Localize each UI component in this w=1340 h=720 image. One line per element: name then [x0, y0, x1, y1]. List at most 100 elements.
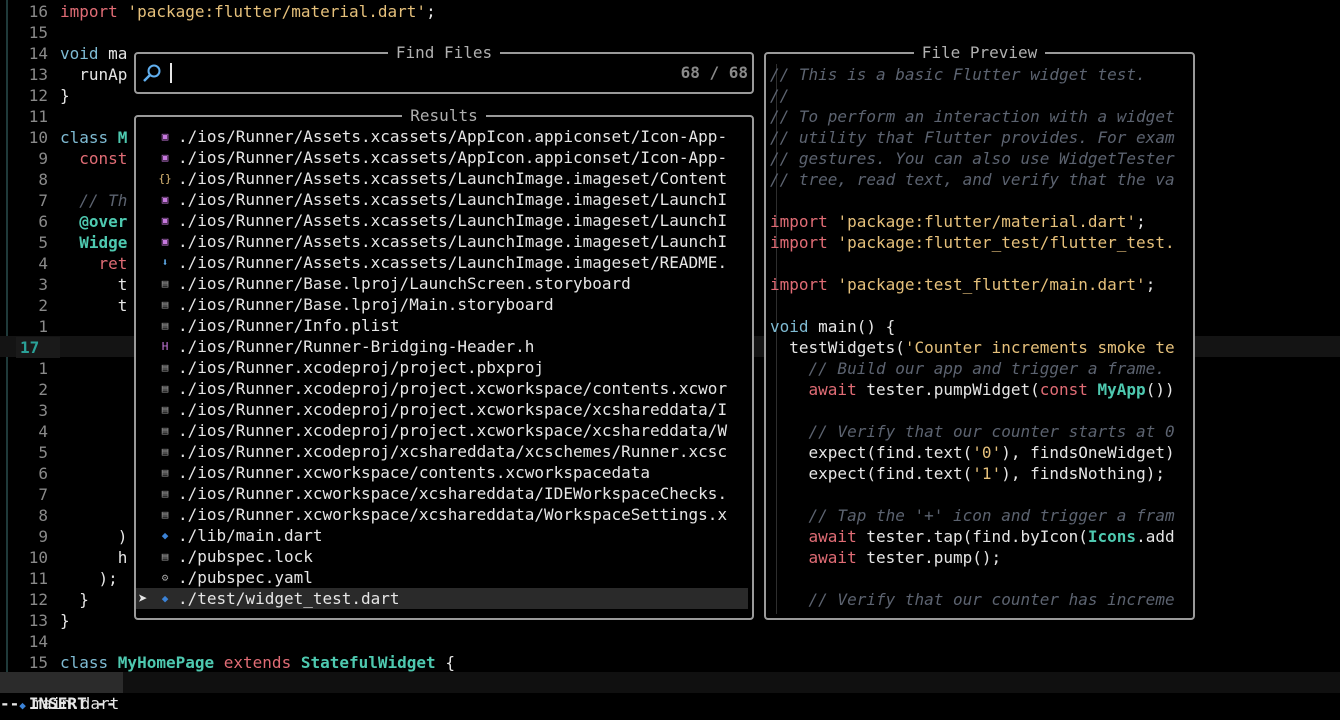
results-list: ▣ ./ios/Runner/Assets.xcassets/AppIcon.ap… — [136, 126, 748, 610]
result-item[interactable]: ▤ ./ios/Runner/Base.lproj/Main.storyboard — [136, 294, 748, 315]
code-token: .add — [1136, 527, 1175, 546]
code-line: } — [60, 85, 70, 106]
line-number: 8 — [38, 506, 48, 525]
result-item[interactable]: ▤ ./ios/Runner.xcodeproj/project.xcworksp… — [136, 399, 748, 420]
preview-line: // — [770, 85, 789, 106]
line-number: 16 — [28, 2, 48, 21]
result-path: ./ios/Runner.xcodeproj/project.xcworkspa… — [178, 421, 728, 440]
code-token: import — [770, 212, 838, 231]
preview-line: expect(find.text('0'), findsOneWidget) — [770, 442, 1175, 463]
result-path: ./ios/Runner.xcworkspace/contents.xcwork… — [178, 463, 651, 482]
result-item[interactable]: ⬇ ./ios/Runner/Assets.xcassets/LaunchImag… — [136, 252, 748, 273]
result-path: ./ios/Runner/Assets.xcassets/LaunchImage… — [178, 169, 728, 188]
result-item[interactable]: ▤ ./pubspec.lock — [136, 546, 748, 567]
code-token: // tree, read text, and verify that the … — [770, 170, 1175, 189]
line-number: 1 — [38, 359, 48, 378]
file-preview-panel: File Preview // This is a basic Flutter … — [764, 43, 1195, 620]
code-token: Widge — [60, 233, 128, 252]
preview-line: // To perform an interaction with a widg… — [770, 106, 1175, 127]
code-line: void ma — [60, 43, 127, 64]
preview-line: import 'package:flutter/material.dart'; — [770, 211, 1146, 232]
find-files-prompt[interactable]: Find Files 68 / 68 — [134, 43, 754, 94]
image-icon: ▣ — [161, 235, 169, 248]
result-item[interactable]: ▣ ./ios/Runner/Assets.xcassets/AppIcon.ap… — [136, 126, 748, 147]
result-item[interactable]: ▤ ./ios/Runner.xcodeproj/project.xcworksp… — [136, 420, 748, 441]
code-line: t — [60, 274, 128, 295]
results-panel[interactable]: Results ▣ ./ios/Runner/Assets.xcassets/Ap… — [134, 106, 754, 620]
code-token: await — [770, 380, 867, 399]
line-number: 5 — [38, 443, 48, 462]
code-token: // Tap the '+' icon and trigger a fram — [770, 506, 1175, 525]
image-icon: ▣ — [161, 130, 169, 143]
result-item[interactable]: ⚙ ./pubspec.yaml — [136, 567, 748, 588]
file-icon: ▤ — [161, 487, 169, 500]
preview-line: await tester.pump(); — [770, 547, 1002, 568]
result-path: ./ios/Runner.xcodeproj/project.xcworkspa… — [178, 379, 728, 398]
markdown-icon: ⬇ — [161, 256, 169, 269]
code-line: ret — [60, 253, 128, 274]
code-token: import — [60, 2, 128, 21]
code-token: ()) — [1145, 380, 1175, 399]
result-item[interactable]: ▤ ./ios/Runner.xcworkspace/contents.xcwor… — [136, 462, 748, 483]
code-token: tester.tap(find.byIcon( — [866, 527, 1088, 546]
result-item[interactable]: ▣ ./ios/Runner/Assets.xcassets/LaunchImag… — [136, 231, 748, 252]
result-item[interactable]: ▤ ./ios/Runner/Base.lproj/LaunchScreen.st… — [136, 273, 748, 294]
line-number: 3 — [38, 275, 48, 294]
code-token: 'package:flutter_test/flutter_test. — [837, 233, 1175, 252]
line-number: 14 — [28, 632, 48, 651]
code-token: ), findsNothing); — [1001, 464, 1165, 483]
line-number: 15 — [28, 23, 48, 42]
result-item[interactable]: ▣ ./ios/Runner/Assets.xcassets/LaunchImag… — [136, 189, 748, 210]
result-item[interactable]: H ./ios/Runner/Runner-Bridging-Header.h — [136, 336, 748, 357]
code-token: MyHomePage — [117, 653, 224, 672]
code-token: import — [770, 233, 838, 252]
result-item[interactable]: ▤ ./ios/Runner.xcworkspace/xcshareddata/W… — [136, 504, 748, 525]
code-token: ; — [426, 2, 446, 21]
code-token: t — [60, 296, 128, 315]
result-item[interactable]: ▣ ./ios/Runner/Assets.xcassets/LaunchImag… — [136, 210, 748, 231]
result-item[interactable]: ▤ ./ios/Runner.xcodeproj/project.pbxproj — [136, 357, 748, 378]
code-token: // Build our app and trigger a frame. — [770, 359, 1165, 378]
mode-indicator: -- INSERT -- — [0, 694, 116, 713]
preview-line: // Verify that our counter has increme — [770, 589, 1175, 610]
line-number: 17 — [16, 337, 60, 358]
result-path: ./test/widget_test.dart — [178, 589, 400, 608]
line-number: 11 — [28, 107, 48, 126]
code-token: await — [770, 548, 867, 567]
code-token: ma — [108, 44, 128, 63]
code-token: const — [60, 149, 128, 168]
result-item[interactable]: {} ./ios/Runner/Assets.xcassets/LaunchIma… — [136, 168, 748, 189]
result-item[interactable]: ▤ ./ios/Runner.xcworkspace/xcshareddata/I… — [136, 483, 748, 504]
code-line: // Th — [60, 190, 127, 211]
line-number: 9 — [38, 527, 48, 546]
code-token: { — [445, 653, 455, 672]
result-item-selected[interactable]: ➤ ◆ ./test/widget_test.dart — [136, 588, 748, 609]
result-item[interactable]: ◆ ./lib/main.dart — [136, 525, 748, 546]
line-number: 4 — [38, 422, 48, 441]
code-token: // — [770, 86, 790, 105]
code-line: const — [60, 148, 127, 169]
line-number: 4 — [38, 254, 48, 273]
line-number: 13 — [28, 65, 48, 84]
code-line: Widge — [60, 232, 127, 253]
code-line: ) — [60, 526, 128, 547]
result-item[interactable]: ▤ ./ios/Runner.xcodeproj/project.xcworksp… — [136, 378, 748, 399]
code-token: 'package:flutter/material.dart' — [127, 2, 427, 21]
result-item[interactable]: ▤ ./ios/Runner/Info.plist — [136, 315, 748, 336]
code-token: 'package:test_flutter/main.dart' — [837, 275, 1146, 294]
code-line: class M — [60, 127, 127, 148]
image-icon: ▣ — [161, 193, 169, 206]
code-token: 'package:flutter/material.dart' — [837, 212, 1137, 231]
code-token: tester.pumpWidget( — [866, 380, 1040, 399]
code-token: void — [770, 317, 819, 336]
line-number: 12 — [28, 590, 48, 609]
preview-line: import 'package:flutter_test/flutter_tes… — [770, 232, 1175, 253]
result-path: ./ios/Runner/Runner-Bridging-Header.h — [178, 337, 535, 356]
result-path: ./pubspec.yaml — [178, 568, 313, 587]
result-path: ./ios/Runner/Assets.xcassets/LaunchImage… — [178, 232, 728, 251]
preview-line: await tester.tap(find.byIcon(Icons.add — [770, 526, 1175, 547]
preview-line: await tester.pumpWidget(const MyApp()) — [770, 379, 1175, 400]
result-item[interactable]: ▣ ./ios/Runner/Assets.xcassets/AppIcon.ap… — [136, 147, 748, 168]
line-number: 3 — [38, 401, 48, 420]
result-item[interactable]: ▤ ./ios/Runner.xcodeproj/xcshareddata/xcs… — [136, 441, 748, 462]
